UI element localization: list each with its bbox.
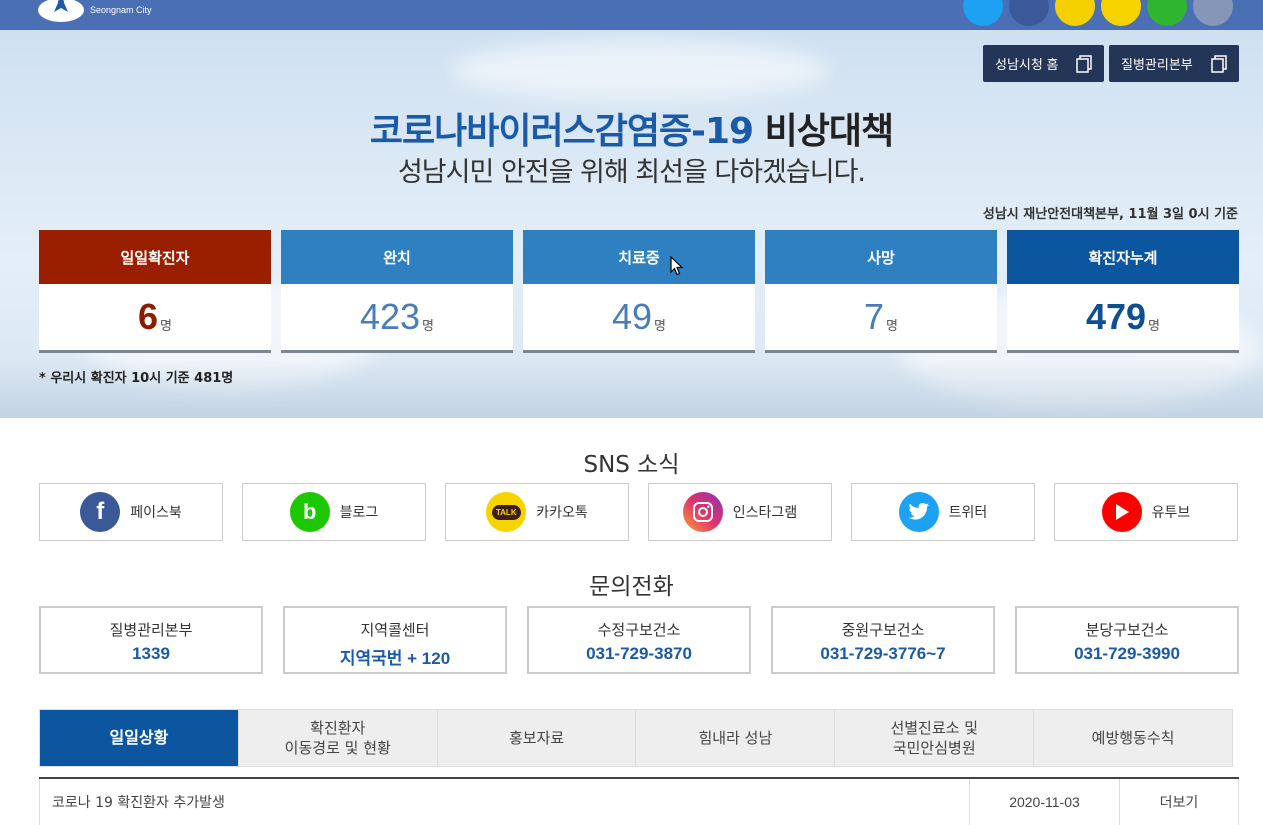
stat-value: 479 — [1085, 296, 1147, 337]
contact-label: 분당구보건소 — [1085, 621, 1169, 639]
title-dark: 비상대책 — [753, 111, 894, 152]
top-qr-icon[interactable] — [1193, 0, 1233, 26]
stat-unit: 명 — [422, 318, 435, 334]
tab-prevention-rules[interactable]: 예방행동수칙 — [1034, 710, 1232, 766]
top-band-icon[interactable] — [1147, 0, 1187, 26]
tab-label: 힘내라 성남 — [698, 729, 773, 747]
contact-label: 지역콜센터 — [360, 621, 430, 639]
twitter-icon — [898, 492, 939, 532]
sns-section-title: SNS 소식 — [583, 452, 680, 478]
stat-label: 일일확진자 — [39, 230, 271, 284]
blog-icon: b — [289, 492, 330, 532]
sns-blog[interactable]: b 블로그 — [242, 483, 426, 541]
external-link-icon — [1076, 55, 1092, 73]
stat-daily-confirmed[interactable]: 일일확진자 6명 — [39, 230, 271, 350]
contact-number-prefix: 지역국번 — [339, 649, 403, 669]
top-kakaotalk-icon[interactable] — [1101, 0, 1141, 26]
tab-label: 홍보자료 — [508, 729, 565, 747]
contact-label: 질병관리본부 — [109, 621, 193, 639]
stat-value: 49 — [611, 296, 653, 337]
contact-bundang[interactable]: 분당구보건소 031-729-3990 — [1015, 606, 1239, 674]
youtube-icon — [1101, 492, 1142, 532]
mouse-cursor-icon — [670, 256, 684, 276]
stat-in-treatment[interactable]: 치료중 49 명 — [523, 230, 755, 350]
sns-twitter[interactable]: 트위터 — [851, 483, 1035, 541]
tab-promotion[interactable]: 홍보자료 — [437, 710, 637, 766]
sns-label: 유투브 — [1151, 505, 1191, 521]
row-date: 2020-11-03 — [969, 779, 1119, 825]
confirmed-note: * 우리시 확진자 10시 기준 481명 — [39, 371, 234, 386]
facebook-icon: f — [80, 492, 121, 532]
info-tabs: 일일상황 확진환자이동경로 및 현황 홍보자료 힘내라 성남 선별진료소 및국민… — [39, 709, 1233, 767]
data-basis-text: 성남시 재난안전대책본부, 11월 3일 0시 기준 — [982, 207, 1238, 222]
tab-label: 예방행동수칙 — [1091, 729, 1175, 747]
sns-facebook[interactable]: f 페이스북 — [39, 483, 223, 541]
contact-kcdc[interactable]: 질병관리본부 1339 — [39, 606, 263, 674]
top-twitter-icon[interactable] — [963, 0, 1003, 26]
stat-unit: 명 — [886, 318, 898, 334]
sns-label: 인스타그램 — [732, 505, 798, 521]
stat-unit: 명 — [1148, 318, 1161, 334]
contact-jungwon[interactable]: 중원구보건소 031-729-3776~7 — [771, 606, 995, 674]
contact-number-suffix: + 120 — [402, 649, 451, 668]
tab-label: 선별진료소 및 — [890, 719, 979, 737]
stat-value: 7 — [864, 296, 885, 337]
tab-cheer-seongnam[interactable]: 힘내라 성남 — [636, 710, 836, 766]
stat-unit: 명 — [160, 318, 172, 334]
tab-daily-status[interactable]: 일일상황 — [40, 710, 239, 766]
tab-patient-routes[interactable]: 확진환자이동경로 및 현황 — [238, 710, 438, 766]
tab-label: 국민안심병원 — [892, 739, 976, 757]
kcdc-button[interactable]: 질병관리본부 — [1109, 45, 1239, 82]
stat-label: 치료중 — [523, 230, 755, 284]
kcdc-label: 질병관리본부 — [1121, 57, 1193, 72]
stat-label: 확진자누계 — [1007, 230, 1239, 284]
sns-label: 페이스북 — [130, 505, 182, 521]
contact-number: 031-729-3990 — [1074, 644, 1180, 663]
tab-label: 확진환자 — [310, 719, 366, 737]
sns-kakaotalk[interactable]: TALK 카카오톡 — [445, 483, 629, 541]
stat-label: 사망 — [765, 230, 997, 284]
sns-label: 트위터 — [948, 505, 988, 521]
tab-screening-clinics[interactable]: 선별진료소 및국민안심병원 — [835, 710, 1035, 766]
contact-number: 031-729-3776~7 — [820, 644, 946, 663]
title-blue: 코로나바이러스감염증-19 — [369, 111, 754, 152]
stat-value: 423 — [359, 296, 421, 337]
contact-number: 1339 — [132, 644, 170, 663]
contact-section-title: 문의전화 — [589, 574, 674, 600]
top-facebook-icon[interactable] — [1009, 0, 1049, 26]
sns-youtube[interactable]: 유투브 — [1054, 483, 1238, 541]
seongnam-home-label: 성남시청 홈 — [995, 57, 1059, 72]
tab-label: 일일상황 — [109, 728, 169, 747]
seongnam-logo-icon[interactable] — [38, 0, 84, 22]
table-row[interactable]: 코로나 19 확진환자 추가발생 2020-11-03 더보기 — [39, 779, 1239, 825]
more-link[interactable]: 더보기 — [1119, 779, 1239, 825]
sns-label: 카카오톡 — [536, 505, 588, 521]
contact-number: 031-729-3870 — [586, 644, 692, 663]
top-bar: Seongnam City — [0, 0, 1263, 30]
kakaotalk-icon: TALK — [486, 492, 527, 532]
hero-section: 성남시청 홈 질병관리본부 코로나바이러스감염증-19 비상대책 성남시민 안전… — [0, 30, 1263, 418]
contact-label: 수정구보건소 — [597, 621, 681, 639]
page-subtitle: 성남시민 안전을 위해 최선을 다하겠습니다. — [397, 157, 866, 188]
stat-deaths[interactable]: 사망 7명 — [765, 230, 997, 350]
logo-text: Seongnam City — [90, 5, 152, 15]
stat-cumulative[interactable]: 확진자누계 479 명 — [1007, 230, 1239, 350]
row-title[interactable]: 코로나 19 확진환자 추가발생 — [40, 779, 969, 825]
stat-recovered[interactable]: 완치 423 명 — [281, 230, 513, 350]
stat-value: 6 — [138, 296, 159, 337]
contact-local-call-center[interactable]: 지역콜센터 지역국번 + 120 — [283, 606, 507, 674]
contact-number: 지역국번 + 120 — [285, 644, 505, 669]
stat-label: 완치 — [281, 230, 513, 284]
top-blog-icon[interactable] — [1055, 0, 1095, 26]
instagram-icon — [682, 492, 723, 532]
sns-label: 블로그 — [339, 505, 379, 521]
sns-instagram[interactable]: 인스타그램 — [648, 483, 832, 541]
contact-sujeong[interactable]: 수정구보건소 031-729-3870 — [527, 606, 751, 674]
stat-unit: 명 — [654, 318, 666, 334]
contact-label: 중원구보건소 — [841, 621, 925, 639]
tab-label: 이동경로 및 현황 — [284, 739, 391, 757]
seongnam-home-button[interactable]: 성남시청 홈 — [983, 45, 1104, 82]
page-title: 코로나바이러스감염증-19 비상대책 — [0, 102, 1263, 154]
external-link-icon — [1211, 55, 1227, 73]
